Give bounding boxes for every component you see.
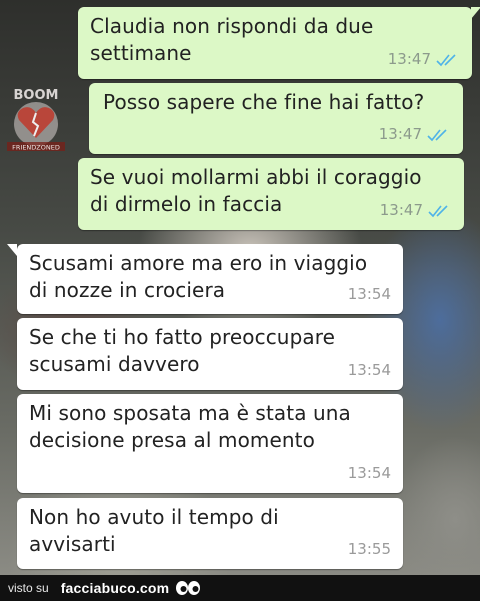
message-meta: 13:47 bbox=[380, 197, 452, 224]
message-time: 13:54 bbox=[347, 285, 391, 303]
message-text-line: decisione presa al momento bbox=[29, 428, 315, 452]
message-incoming[interactable]: Mi sono sposata ma è stata una decisione… bbox=[17, 394, 403, 493]
footer-visto-label: visto su bbox=[8, 581, 49, 595]
message-time: 13:54 bbox=[347, 361, 391, 379]
message-text-line: Se vuoi mollarmi abbi il coraggio bbox=[90, 165, 422, 189]
message-time: 13:54 bbox=[347, 464, 391, 482]
bubble-tail bbox=[7, 244, 17, 256]
message-text-line: di nozze in crociera bbox=[29, 278, 226, 302]
svg-text:FRIENDZONED: FRIENDZONED bbox=[12, 144, 60, 152]
message-text-line: Posso sapere che fine hai fatto? bbox=[103, 90, 425, 114]
message-meta: 13:47 bbox=[379, 121, 451, 148]
message-outgoing[interactable]: Claudia non rispondi da due settimane 13… bbox=[78, 7, 480, 79]
message-text-line: Mi sono sposata ma è stata una bbox=[29, 401, 351, 425]
eyes-icon bbox=[176, 581, 201, 595]
message-meta: 13:54 bbox=[348, 460, 391, 487]
message-text-line: avvisarti bbox=[29, 532, 116, 556]
message-text-line: Se che ti ho fatto preoccupare bbox=[29, 325, 336, 349]
double-tick-icon bbox=[428, 204, 448, 217]
double-tick-icon bbox=[427, 128, 447, 141]
message-text-line: Non ho avuto il tempo di bbox=[29, 505, 279, 529]
message-meta: 13:47 bbox=[388, 46, 460, 73]
message-outgoing[interactable]: Se vuoi mollarmi abbi il coraggio di dir… bbox=[78, 158, 464, 230]
boom-friendzoned-logo: BOOM FRIENDZONED bbox=[7, 88, 65, 152]
message-meta: 13:54 bbox=[348, 281, 391, 308]
message-incoming[interactable]: Se che ti ho fatto preoccupare scusami d… bbox=[17, 318, 403, 390]
message-time: 13:55 bbox=[347, 540, 391, 558]
message-time: 13:47 bbox=[378, 125, 422, 143]
message-incoming[interactable]: Scusami amore ma ero in viaggio di nozze… bbox=[7, 244, 403, 314]
message-meta: 13:55 bbox=[348, 536, 391, 563]
footer-bar: visto su facciabuco.com bbox=[0, 575, 480, 601]
footer-site-link[interactable]: facciabuco.com bbox=[61, 580, 170, 596]
message-text-line: Scusami amore ma ero in viaggio bbox=[29, 251, 368, 275]
message-outgoing[interactable]: Posso sapere che fine hai fatto? 13:47 bbox=[89, 83, 463, 154]
message-text-line: Claudia non rispondi da due bbox=[90, 14, 374, 38]
svg-text:BOOM: BOOM bbox=[14, 88, 59, 103]
double-tick-icon bbox=[436, 53, 456, 66]
message-text-line: scusami davvero bbox=[29, 352, 200, 376]
message-time: 13:47 bbox=[387, 50, 431, 68]
message-time: 13:47 bbox=[379, 201, 423, 219]
bubble-tail bbox=[471, 7, 480, 19]
message-meta: 13:54 bbox=[348, 357, 391, 384]
message-incoming[interactable]: Non ho avuto il tempo di avvisarti 13:55 bbox=[17, 498, 403, 569]
